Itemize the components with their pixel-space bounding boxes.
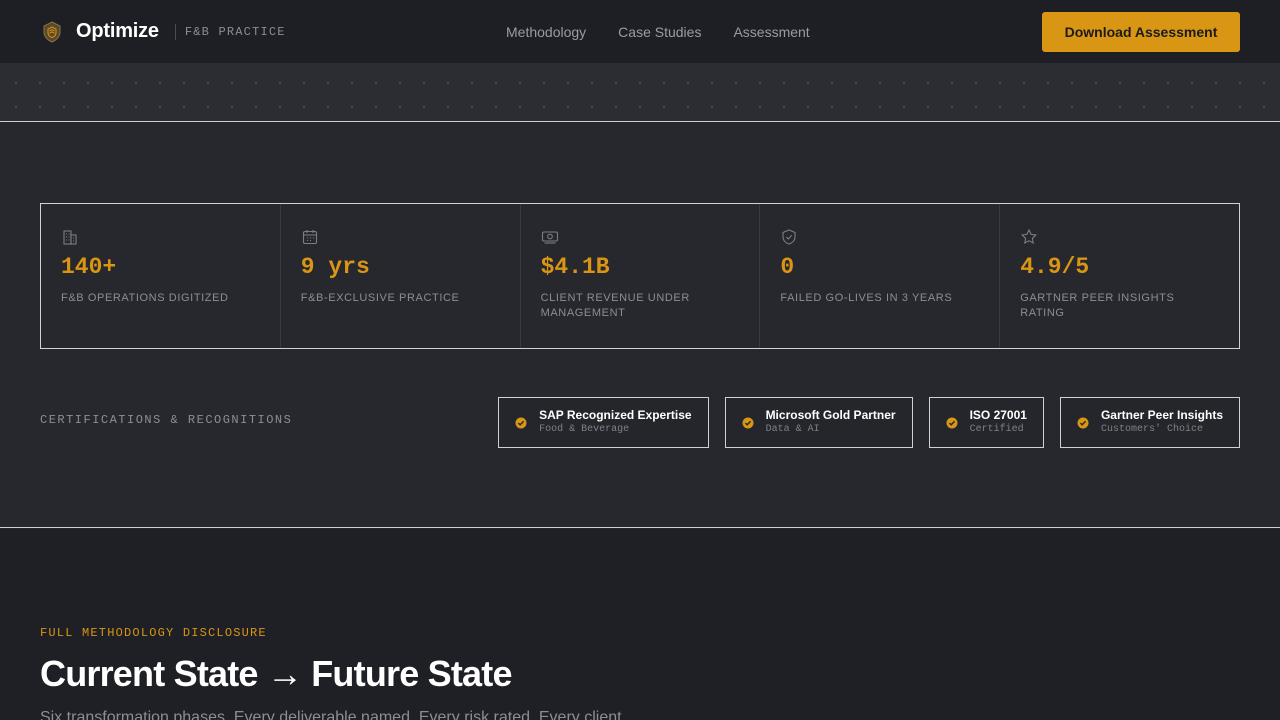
cert-title: SAP Recognized Expertise bbox=[539, 408, 692, 422]
cert-title: Microsoft Gold Partner bbox=[765, 408, 896, 422]
stat-value: 140+ bbox=[61, 254, 117, 280]
stat-value: $4.1B bbox=[540, 254, 610, 280]
cert-badge: SAP Recognized Expertise Food & Beverage bbox=[498, 397, 709, 448]
main-nav: Methodology Case Studies Assessment bbox=[506, 0, 810, 63]
cert-subtitle: Certified bbox=[969, 424, 1024, 435]
certifications-list: SAP Recognized Expertise Food & Beverage… bbox=[498, 397, 1240, 448]
cert-title: Gartner Peer Insights bbox=[1100, 408, 1223, 422]
brand-name: Optimize bbox=[76, 20, 159, 42]
cert-badge: ISO 27001 Certified bbox=[928, 397, 1044, 448]
building-icon bbox=[61, 228, 79, 246]
dotted-divider-band bbox=[0, 63, 1280, 122]
brand-tag: F&B PRACTICE bbox=[184, 24, 286, 39]
stat-value: 4.9/5 bbox=[1020, 254, 1090, 280]
stat-label: GARTNER PEER INSIGHTS RATING bbox=[1020, 292, 1175, 319]
calendar-icon bbox=[301, 228, 319, 246]
nav-assessment[interactable]: Assessment bbox=[733, 24, 809, 40]
logo-shield-icon bbox=[40, 20, 64, 44]
cert-subtitle: Customers' Choice bbox=[1100, 424, 1203, 435]
cert-subtitle: Data & AI bbox=[765, 424, 820, 435]
brand-divider bbox=[174, 23, 176, 40]
stat-value: 0 bbox=[780, 254, 795, 280]
check-circle-icon bbox=[1077, 417, 1089, 429]
brand[interactable]: Optimize F&B PRACTICE bbox=[40, 20, 286, 44]
nav-case-studies[interactable]: Case Studies bbox=[618, 24, 701, 40]
download-assessment-button[interactable]: Download Assessment bbox=[1042, 12, 1240, 52]
certifications-label: CERTIFICATIONS & RECOGNITIONS bbox=[40, 413, 293, 427]
star-icon bbox=[1020, 228, 1038, 246]
section-title: Current State → Future State bbox=[40, 653, 512, 694]
top-navbar: Optimize F&B PRACTICE Methodology Case S… bbox=[0, 0, 1280, 63]
stat-revenue: $4.1B CLIENT REVENUE UNDER MANAGEMENT bbox=[521, 204, 761, 348]
section-description: Six transformation phases. Every deliver… bbox=[40, 709, 622, 720]
methodology-section: FULL METHODOLOGY DISCLOSURE Current Stat… bbox=[0, 529, 1280, 720]
stat-rating: 4.9/5 GARTNER PEER INSIGHTS RATING bbox=[1000, 204, 1239, 348]
check-circle-icon bbox=[515, 417, 527, 429]
stat-go-lives: 0 FAILED GO-LIVES IN 3 YEARS bbox=[760, 204, 1001, 348]
stats-section: 140+ F&B OPERATIONS DIGITIZED 9 yrs F&B-… bbox=[0, 123, 1280, 528]
stat-label: CLIENT REVENUE UNDER MANAGEMENT bbox=[540, 292, 690, 319]
stat-label: F&B OPERATIONS DIGITIZED bbox=[61, 292, 229, 304]
shield-check-icon bbox=[780, 228, 798, 246]
stat-practice-years: 9 yrs F&B-EXCLUSIVE PRACTICE bbox=[281, 204, 521, 348]
check-circle-icon bbox=[742, 417, 754, 429]
money-icon bbox=[541, 228, 559, 246]
cert-title: ISO 27001 bbox=[969, 408, 1027, 422]
stats-grid: 140+ F&B OPERATIONS DIGITIZED 9 yrs F&B-… bbox=[40, 203, 1240, 349]
cert-badge: Microsoft Gold Partner Data & AI bbox=[724, 397, 913, 448]
stat-operations: 140+ F&B OPERATIONS DIGITIZED bbox=[41, 204, 281, 348]
section-kicker: FULL METHODOLOGY DISCLOSURE bbox=[40, 626, 267, 640]
stat-label: F&B-EXCLUSIVE PRACTICE bbox=[300, 292, 460, 304]
cert-subtitle: Food & Beverage bbox=[539, 424, 630, 435]
stat-label: FAILED GO-LIVES IN 3 YEARS bbox=[780, 292, 953, 304]
check-circle-icon bbox=[946, 417, 958, 429]
nav-methodology[interactable]: Methodology bbox=[506, 24, 586, 40]
stat-value: 9 yrs bbox=[300, 254, 370, 280]
cert-badge: Gartner Peer Insights Customers' Choice bbox=[1059, 397, 1240, 448]
